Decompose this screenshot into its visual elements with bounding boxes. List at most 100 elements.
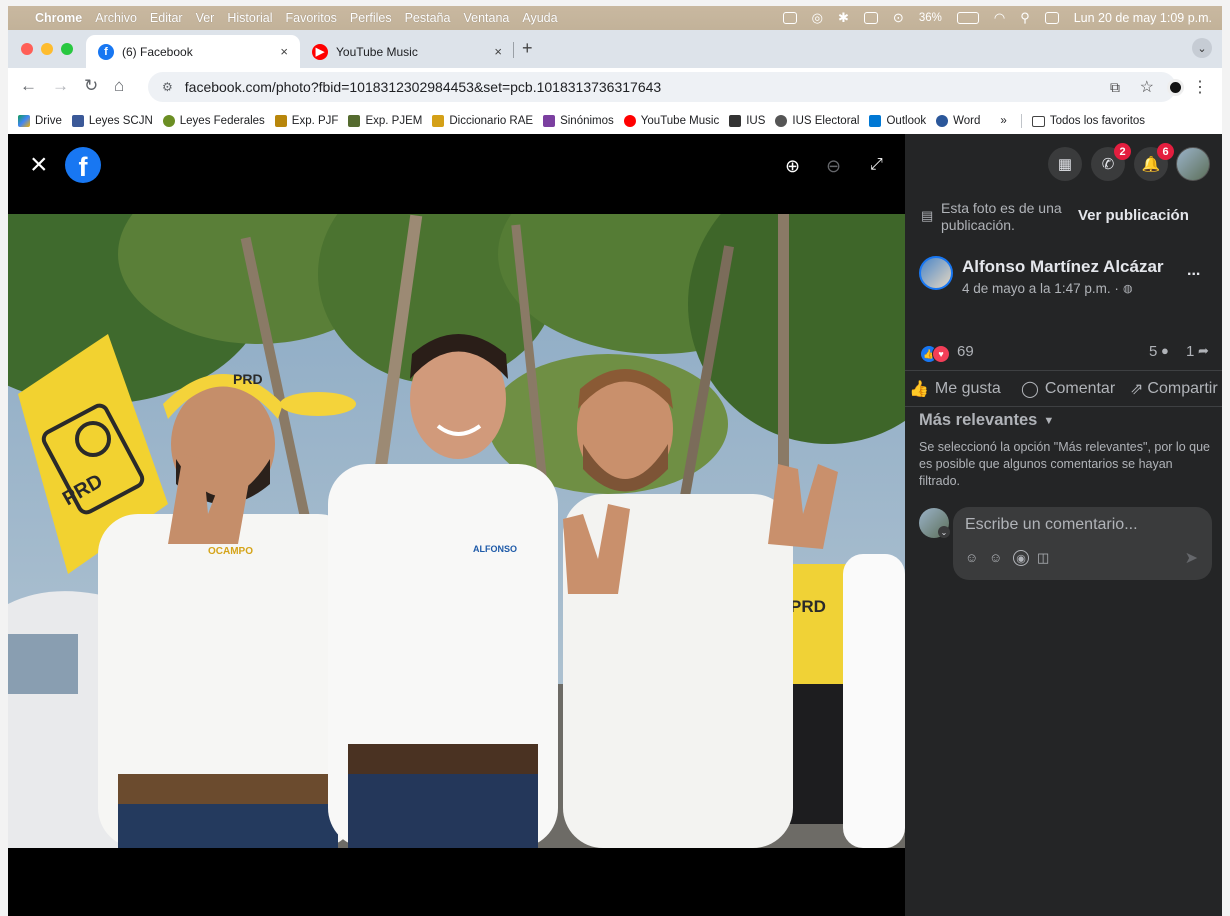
window-zoom-button[interactable] bbox=[61, 43, 73, 55]
comment-input[interactable]: Escribe un comentario... bbox=[965, 516, 1138, 534]
post-photo-illustration: PRD PRD PRD OCAMPO ALFONSO bbox=[8, 214, 905, 848]
tab-youtube-music[interactable]: ▶ YouTube Music × bbox=[300, 35, 514, 68]
site-info-icon[interactable]: ⚙ bbox=[162, 80, 173, 94]
like-button[interactable]: 👍 Me gusta bbox=[909, 379, 1001, 399]
bookmark-sinonimos[interactable]: Sinónimos bbox=[543, 115, 614, 127]
menu-ver[interactable]: Ver bbox=[196, 11, 215, 25]
menu-historial[interactable]: Historial bbox=[227, 11, 272, 25]
bookmark-word[interactable]: Word bbox=[936, 115, 980, 127]
fullscreen-icon[interactable]: ⤢ bbox=[870, 156, 883, 174]
post-date[interactable]: 4 de mayo a la 1:47 p.m. · bbox=[962, 281, 1119, 296]
author-name[interactable]: Alfonso Martínez Alcázar bbox=[962, 257, 1164, 277]
new-tab-button[interactable]: + bbox=[522, 38, 533, 59]
browser-toolbar: ← → ↻ ⌂ ⚙ facebook.com/photo?fbid=101831… bbox=[8, 68, 1222, 108]
bookmark-diccionario-rae[interactable]: Diccionario RAE bbox=[432, 115, 533, 127]
tab-close-icon[interactable]: × bbox=[280, 44, 288, 59]
bookmarks-overflow-button[interactable]: » bbox=[1000, 115, 1006, 127]
photo-notice-text: Esta foto es de una publicación. bbox=[941, 200, 1062, 233]
window-minimize-button[interactable] bbox=[41, 43, 53, 55]
shares-count[interactable]: 1 bbox=[1186, 343, 1194, 360]
screen-mirror-icon[interactable] bbox=[863, 12, 878, 24]
avatar-sticker-icon[interactable]: ☺ bbox=[965, 550, 978, 565]
chrome-menu-icon[interactable]: ⋮ bbox=[1192, 77, 1208, 97]
share-button[interactable]: ⇗ Compartir bbox=[1130, 379, 1222, 399]
home-icon[interactable]: ⌂ bbox=[114, 76, 124, 96]
bookmark-outlook[interactable]: Outlook bbox=[869, 115, 926, 127]
ius-icon bbox=[729, 115, 742, 127]
bookmark-youtube-music[interactable]: YouTube Music bbox=[623, 115, 719, 127]
youtube-music-favicon-icon: ▶ bbox=[312, 43, 328, 60]
all-bookmarks-button[interactable]: Todos los favoritos bbox=[1031, 115, 1146, 127]
outlook-icon bbox=[869, 115, 882, 127]
zoom-in-icon[interactable]: ⊕ bbox=[785, 156, 800, 177]
bookmark-ius[interactable]: IUS bbox=[729, 115, 765, 127]
control-center-icon[interactable] bbox=[1044, 12, 1059, 24]
gif-icon[interactable]: ◉ bbox=[1013, 550, 1029, 566]
share-label: Compartir bbox=[1147, 380, 1218, 397]
menu-ayuda[interactable]: Ayuda bbox=[522, 11, 557, 25]
bluetooth-icon[interactable]: ✱ bbox=[838, 10, 849, 26]
sticker-icon[interactable]: ◫ bbox=[1037, 550, 1049, 566]
tab-close-icon[interactable]: × bbox=[494, 44, 502, 59]
view-post-link[interactable]: Ver publicación bbox=[1078, 207, 1189, 224]
tab-search-chevron-icon[interactable]: ⌄ bbox=[1192, 38, 1212, 58]
forward-arrow-icon[interactable]: → bbox=[52, 76, 69, 96]
spotlight-search-icon[interactable]: ⚲ bbox=[1020, 10, 1030, 26]
close-viewer-button[interactable]: × bbox=[30, 150, 48, 180]
tab-facebook[interactable]: f (6) Facebook × bbox=[86, 35, 300, 68]
bookmark-label: Exp. PJEM bbox=[365, 115, 423, 127]
install-app-icon[interactable]: ⧉ bbox=[1110, 79, 1120, 96]
menu-grid-icon[interactable]: ▦ bbox=[1048, 147, 1082, 181]
share-arrow-icon: ➦ bbox=[1198, 343, 1209, 358]
menu-favoritos[interactable]: Favoritos bbox=[286, 11, 337, 25]
post-photo[interactable]: PRD PRD PRD OCAMPO ALFONSO bbox=[8, 214, 905, 848]
bookmarks-bar: Drive Leyes SCJN Leyes Federales Exp. PJ… bbox=[8, 108, 1222, 134]
bookmark-ius-electoral[interactable]: IUS Electoral bbox=[775, 115, 859, 127]
play-status-icon[interactable]: ⊙ bbox=[893, 10, 904, 26]
menu-archivo[interactable]: Archivo bbox=[95, 11, 137, 25]
menu-ventana[interactable]: Ventana bbox=[463, 11, 509, 25]
folder-icon bbox=[1031, 115, 1045, 127]
share-icon: ⇗ bbox=[1130, 381, 1144, 398]
bookmark-exp-pjem[interactable]: Exp. PJEM bbox=[348, 115, 422, 127]
post-sidebar: ▦ ✆ 2 🔔 6 ▤ Esta foto es de una publicac… bbox=[905, 134, 1222, 916]
menu-pestana[interactable]: Pestaña bbox=[405, 11, 451, 25]
send-comment-icon[interactable]: ➤ bbox=[1185, 548, 1198, 568]
reactions-count[interactable]: 69 bbox=[957, 343, 974, 360]
extension-icon[interactable] bbox=[1167, 79, 1184, 96]
bookmark-leyes-scjn[interactable]: Leyes SCJN bbox=[71, 115, 153, 127]
comments-count[interactable]: 5 bbox=[1149, 343, 1157, 360]
word-icon bbox=[936, 115, 949, 127]
menubar-clock[interactable]: Lun 20 de may 1:09 p.m. bbox=[1074, 11, 1212, 25]
chevron-down-icon[interactable]: ⌄ bbox=[938, 526, 950, 538]
bookmark-drive[interactable]: Drive bbox=[18, 115, 62, 127]
comment-button[interactable]: ◯ Comentar bbox=[1021, 379, 1115, 399]
facebook-logo-icon[interactable]: f bbox=[65, 147, 101, 183]
bookmark-label: Todos los favoritos bbox=[1049, 115, 1146, 127]
bookmark-exp-pjf[interactable]: Exp. PJF bbox=[274, 115, 338, 127]
window-close-button[interactable] bbox=[21, 43, 33, 55]
bookmark-label: Word bbox=[953, 115, 981, 127]
reload-icon[interactable]: ↻ bbox=[84, 76, 98, 96]
author-avatar[interactable] bbox=[919, 256, 953, 290]
address-bar[interactable]: ⚙ facebook.com/photo?fbid=10183123029844… bbox=[148, 72, 1176, 102]
divider bbox=[905, 406, 1222, 407]
comment-sort-dropdown[interactable]: Más relevantes ▼ bbox=[919, 411, 1054, 430]
menu-app-name[interactable]: Chrome bbox=[35, 11, 82, 25]
bookmark-star-icon[interactable]: ☆ bbox=[1140, 77, 1154, 97]
bookmark-leyes-federales[interactable]: Leyes Federales bbox=[162, 115, 265, 127]
comment-composer[interactable]: Escribe un comentario... ☺ ☺ ◉ ◫ ➤ bbox=[953, 507, 1212, 580]
wifi-icon[interactable]: ◠ bbox=[994, 10, 1005, 26]
menu-perfiles[interactable]: Perfiles bbox=[350, 11, 392, 25]
airplay-icon[interactable]: ◎ bbox=[812, 10, 823, 26]
zoom-out-icon[interactable]: ⊖ bbox=[826, 156, 841, 177]
account-avatar[interactable] bbox=[1176, 147, 1210, 181]
status-app-icon[interactable] bbox=[782, 12, 797, 24]
shirt-left-text: OCAMPO bbox=[208, 546, 253, 557]
battery-icon[interactable] bbox=[956, 12, 979, 24]
emoji-icon[interactable]: ☺ bbox=[989, 550, 1002, 565]
tab-title: (6) Facebook bbox=[122, 44, 193, 59]
menu-editar[interactable]: Editar bbox=[150, 11, 183, 25]
post-options-button[interactable]: ... bbox=[1187, 262, 1200, 280]
back-arrow-icon[interactable]: ← bbox=[20, 76, 37, 96]
